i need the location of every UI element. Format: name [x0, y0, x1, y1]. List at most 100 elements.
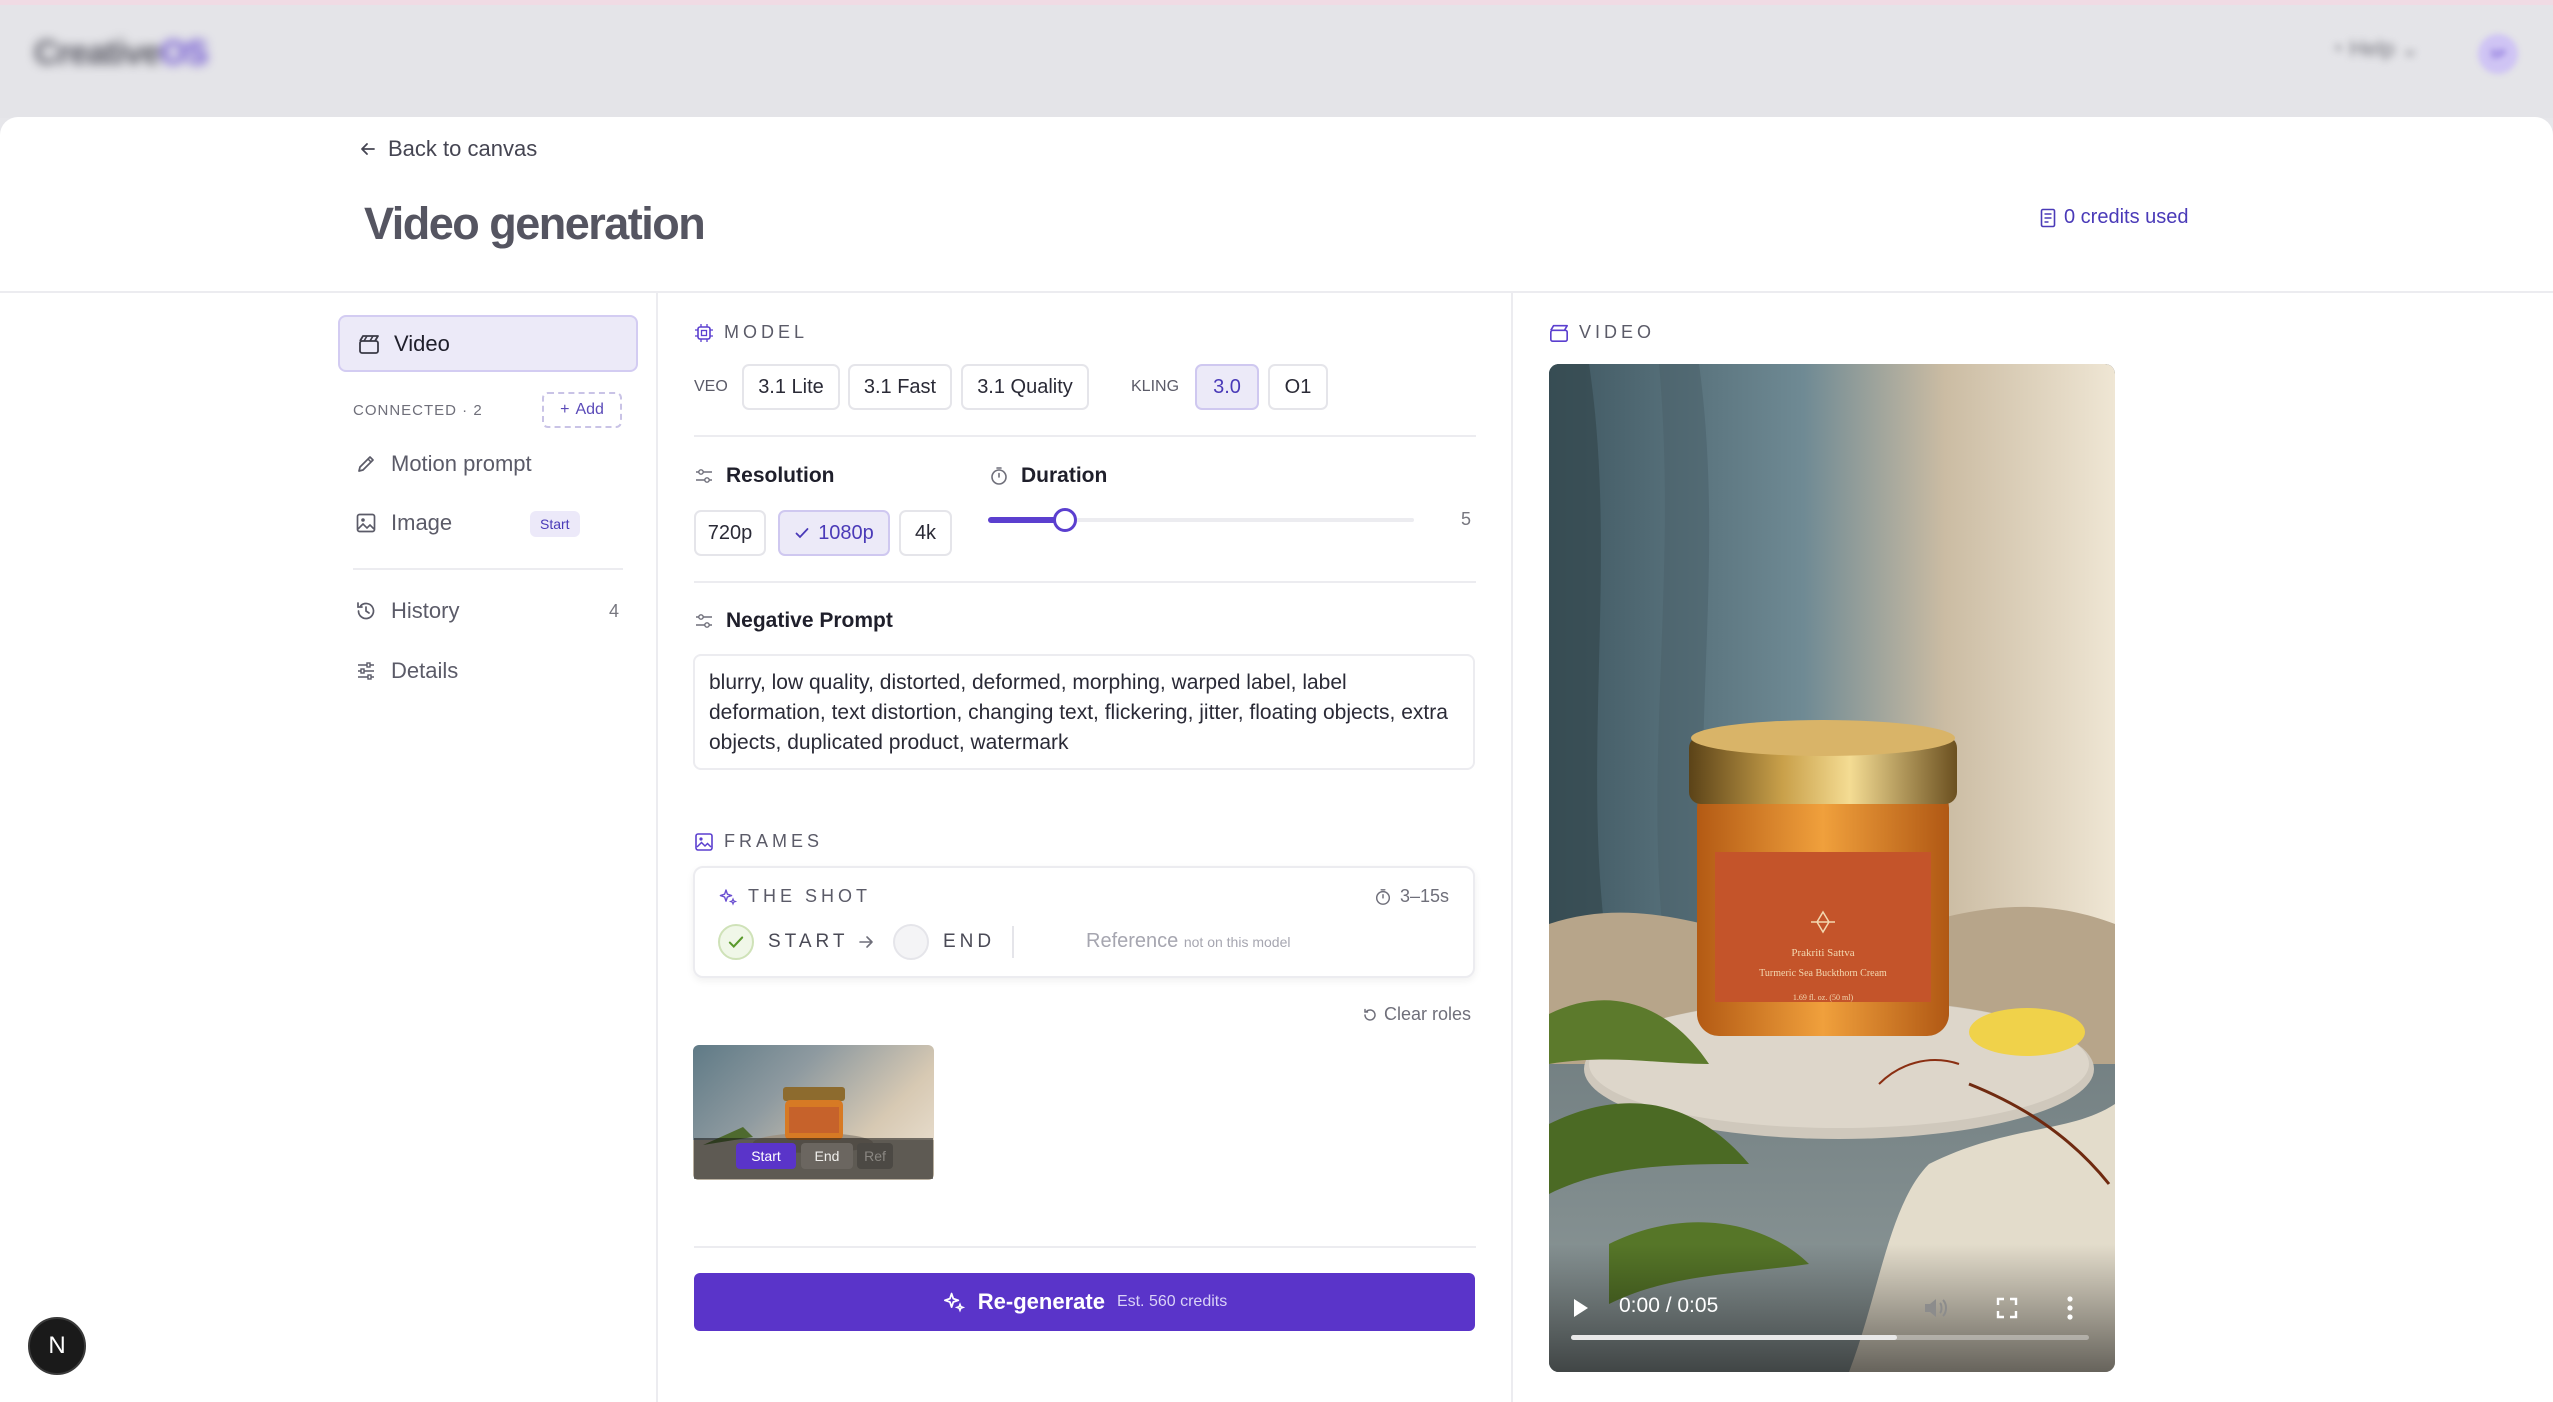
reference-role: Reference not on this model — [1086, 930, 1291, 952]
video-progress-fill — [1571, 1335, 1897, 1340]
connected-label: CONNECTED · 2 — [353, 402, 483, 419]
avatar[interactable]: SP — [2478, 34, 2518, 74]
sidebar-item-label: Video — [394, 330, 450, 356]
divider — [694, 581, 1476, 583]
credits-label: 0 credits used — [2064, 206, 2189, 228]
divider — [694, 435, 1476, 437]
settings-sliders-icon — [696, 614, 712, 628]
negative-prompt-textarea[interactable]: blurry, low quality, distorted, deformed… — [693, 654, 1475, 770]
frames-section-label: FRAMES — [694, 831, 823, 852]
resolution-chip-720p[interactable]: 720p — [694, 510, 766, 556]
check-icon — [795, 528, 809, 539]
end-empty-slot — [893, 924, 929, 960]
sparkles-icon — [719, 888, 738, 906]
video-section-label: VIDEO — [1549, 322, 1655, 343]
resolution-chip-4k[interactable]: 4k — [899, 510, 952, 556]
help-menu[interactable]: ◔ Help ⌄ — [2330, 36, 2419, 62]
timer-icon — [991, 467, 1007, 485]
history-icon — [357, 602, 375, 620]
model-chip-veo-3-1-lite[interactable]: 3.1 Lite — [742, 364, 840, 410]
product-size-text: 1.69 fl. oz. (50 ml) — [1793, 993, 1854, 1002]
video-time: 0:00 / 0:05 — [1619, 1294, 1719, 1317]
shot-card — [693, 866, 1475, 978]
more-options-icon[interactable] — [2064, 1294, 2076, 1327]
model-chip-kling-3-0[interactable]: 3.0 — [1195, 364, 1259, 410]
regenerate-label: Re-generate — [977, 1289, 1105, 1314]
sidebar-item-details[interactable]: Details — [355, 658, 458, 684]
duration-heading: Duration — [989, 464, 1107, 488]
refresh-icon — [1364, 1008, 1376, 1021]
model-chip-kling-o1[interactable]: O1 — [1268, 364, 1328, 410]
page-title: Video generation — [364, 198, 706, 249]
clear-roles-button[interactable]: Clear roles — [1362, 1004, 1471, 1025]
dev-tools-badge[interactable]: N — [28, 1317, 86, 1375]
end-frame-role[interactable]: END — [893, 924, 995, 960]
clapperboard-icon — [359, 334, 379, 354]
sidebar-item-video[interactable]: Video — [338, 315, 638, 372]
add-connection-button[interactable]: + Add — [542, 392, 622, 428]
shot-title: THE SHOT — [718, 886, 871, 907]
plus-icon: + — [560, 401, 570, 418]
sidebar-item-motion-prompt[interactable]: Motion prompt — [355, 451, 532, 477]
regenerate-estimate: Est. 560 credits — [1116, 1293, 1228, 1310]
start-check — [718, 924, 754, 960]
divider — [1012, 926, 1014, 958]
shot-duration-range: 3–15s — [1374, 886, 1449, 907]
sidebar-divider — [353, 568, 623, 570]
history-count: 4 — [609, 601, 620, 621]
fullscreen-icon[interactable] — [1995, 1296, 2019, 1325]
thumb-tag-start[interactable]: Start — [736, 1143, 796, 1169]
image-icon — [695, 832, 713, 851]
pencil-icon — [358, 456, 374, 472]
veo-group-label: VEO — [694, 378, 728, 395]
preview-divider — [1511, 292, 1513, 1402]
duration-value: 5 — [1461, 509, 1472, 529]
header-divider — [0, 291, 2553, 293]
sidebar-item-image[interactable]: Image — [355, 510, 452, 536]
end-label: END — [943, 931, 996, 952]
divider — [694, 1246, 1476, 1248]
negative-prompt-heading: Negative Prompt — [694, 609, 893, 633]
thumb-tag-ref[interactable]: Ref — [857, 1143, 893, 1169]
thumb-tag-end[interactable]: End — [801, 1143, 853, 1169]
receipt-icon — [2040, 208, 2056, 227]
start-label: START — [768, 931, 849, 952]
play-icon[interactable] — [1569, 1296, 1591, 1325]
sidebar-item-label: Motion prompt — [391, 451, 532, 476]
sidebar-item-label: Image — [391, 510, 453, 535]
regenerate-button[interactable]: Re-generate Est. 560 credits — [694, 1273, 1475, 1331]
sidebar-item-history[interactable]: History — [355, 598, 459, 624]
resolution-chip-1080p[interactable]: 1080p — [778, 510, 890, 556]
back-label: Back to canvas — [388, 136, 538, 161]
product-brand-text: Prakriti Sattva — [1791, 947, 1854, 959]
model-chip-veo-3-1-fast[interactable]: 3.1 Fast — [848, 364, 952, 410]
brand-logo[interactable]: CreativeOS — [34, 34, 208, 73]
sidebar-item-label: Details — [391, 658, 459, 683]
model-section-label: MODEL — [694, 322, 808, 343]
kling-group-label: KLING — [1131, 378, 1180, 395]
start-badge: Start — [530, 511, 580, 537]
start-frame-role[interactable]: START — [718, 924, 849, 960]
credits-indicator[interactable]: 0 credits used — [2040, 206, 2189, 229]
sliders-icon — [358, 662, 374, 680]
back-to-canvas-link[interactable]: Back to canvas — [358, 136, 537, 162]
duration-slider-thumb[interactable] — [1053, 508, 1077, 532]
sparkles-icon — [943, 1292, 965, 1313]
volume-icon[interactable] — [1921, 1294, 1949, 1327]
arrow-right-icon — [856, 932, 876, 957]
resolution-heading: Resolution — [694, 464, 835, 488]
model-chip-veo-3-1-quality[interactable]: 3.1 Quality — [961, 364, 1089, 410]
arrow-left-icon — [361, 143, 375, 155]
clapperboard-icon — [1550, 324, 1568, 342]
sidebar-item-label: History — [391, 598, 460, 623]
sidebar-divider — [656, 292, 658, 1402]
check-icon — [728, 936, 744, 948]
cpu-icon — [695, 323, 713, 342]
video-player[interactable]: Prakriti Sattva Turmeric Sea Buckthorn C… — [1549, 364, 2115, 1372]
settings-sliders-icon — [696, 469, 712, 483]
timer-icon — [1375, 888, 1391, 905]
video-frame-image: Prakriti Sattva Turmeric Sea Buckthorn C… — [1549, 364, 2115, 1372]
image-icon — [356, 513, 376, 533]
product-name-text: Turmeric Sea Buckthorn Cream — [1759, 968, 1887, 979]
top-bar — [0, 0, 2553, 118]
